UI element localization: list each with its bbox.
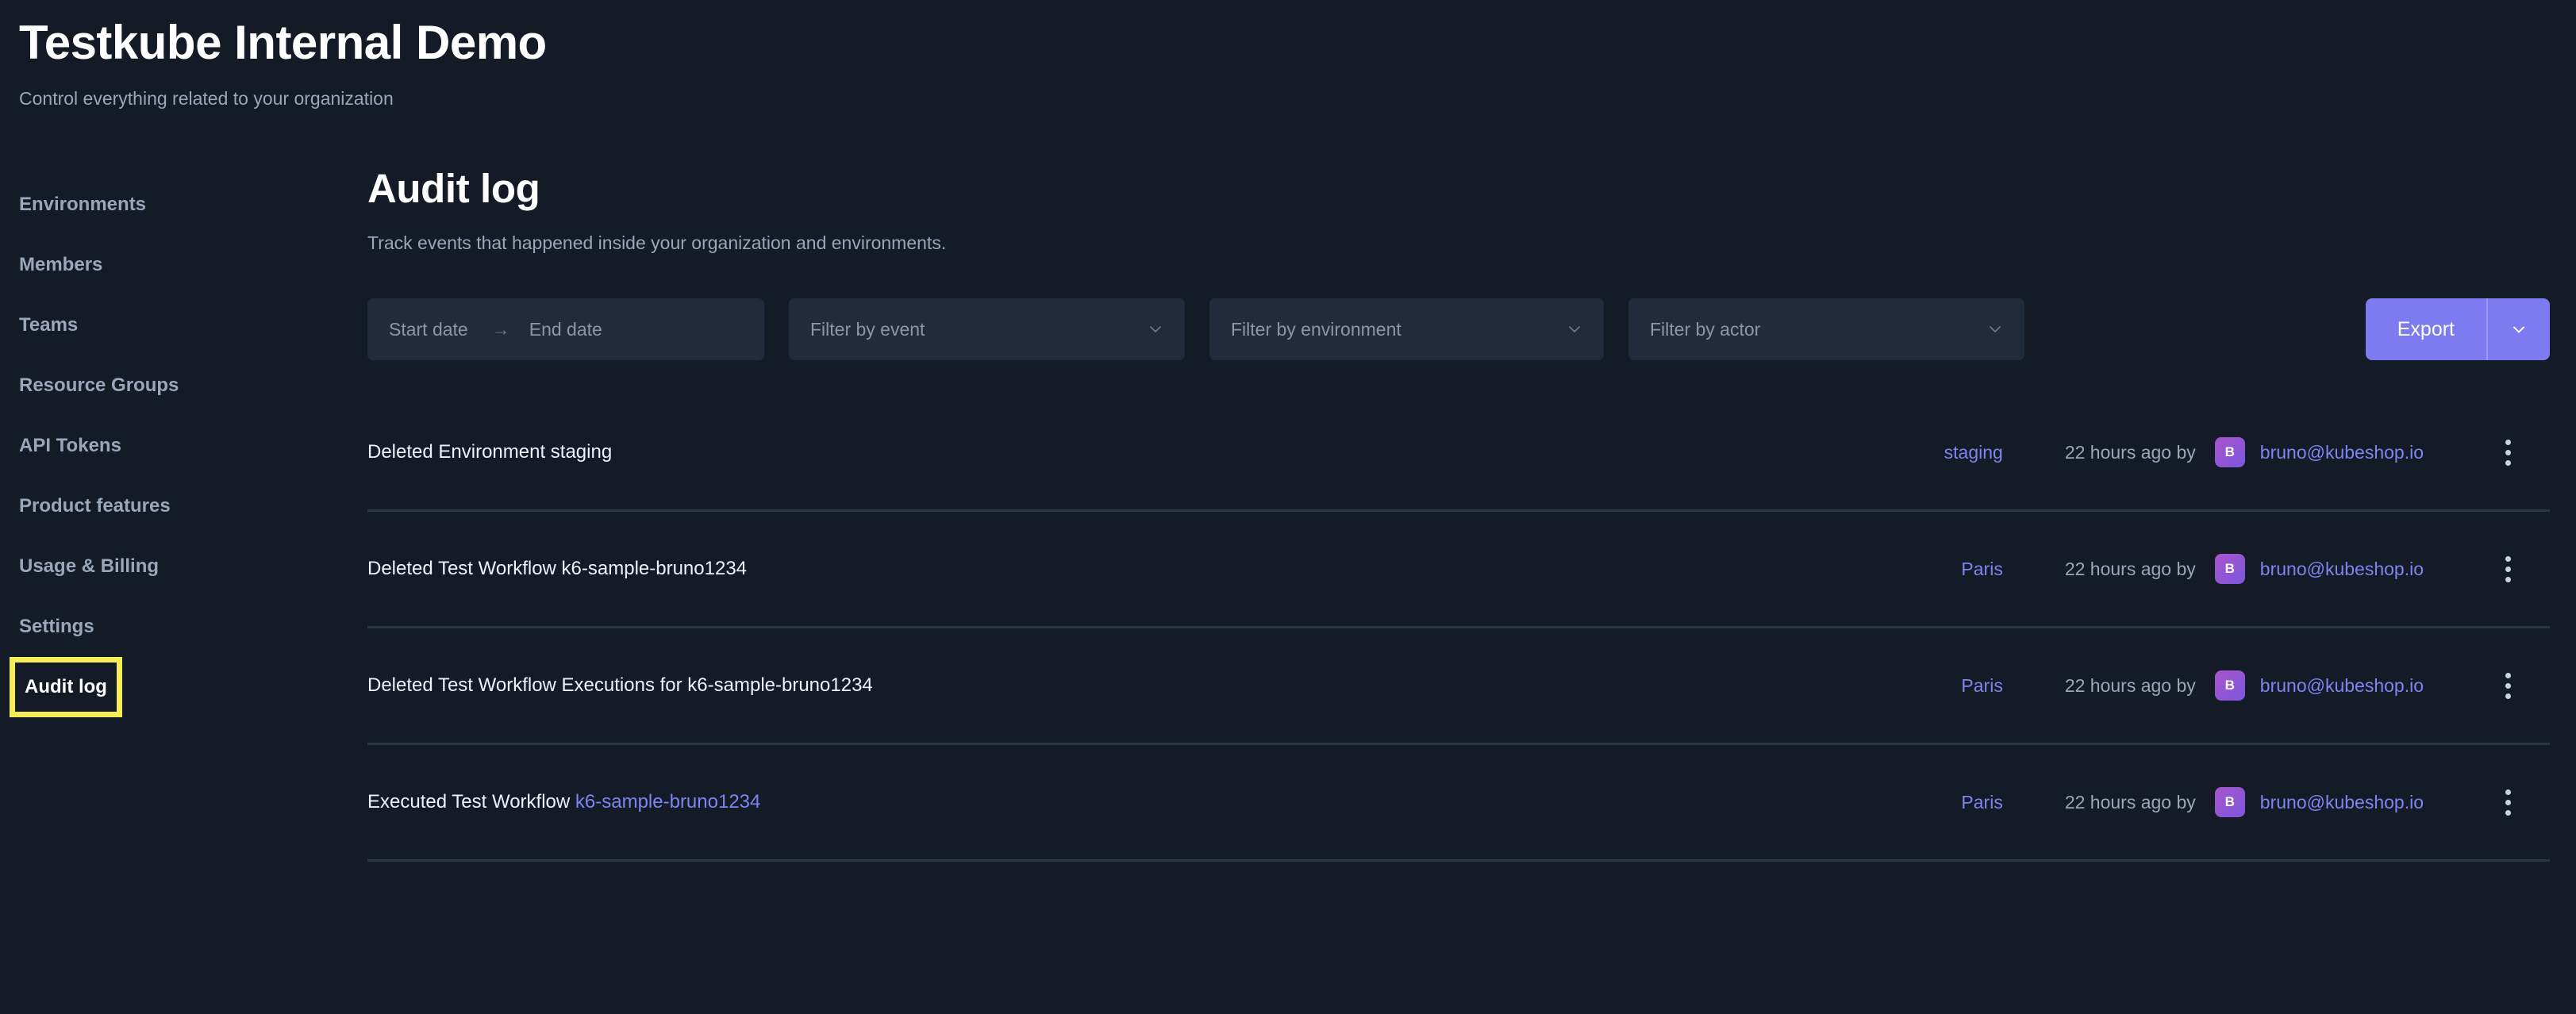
kebab-menu-icon[interactable] [2492,436,2524,468]
date-range-picker[interactable]: Start date → End date [367,298,764,360]
filter-bar: Start date → End date Filter by event Fi… [367,298,2550,360]
audit-event-description: Deleted Environment staging [367,441,1860,463]
audit-environment-link[interactable]: staging [1860,442,2003,463]
export-button[interactable]: Export [2366,298,2488,360]
filter-by-actor-label: Filter by actor [1650,319,1760,340]
kebab-menu-icon[interactable] [2492,670,2524,701]
sidebar-item-product-features[interactable]: Product features [19,476,171,536]
sidebar-item-resource-groups[interactable]: Resource Groups [19,355,179,416]
audit-actor-link[interactable]: bruno@kubeshop.io [2260,559,2424,580]
filter-by-event-label: Filter by event [810,319,925,340]
sidebar-navigation: Environments Members Teams Resource Groups A… [0,167,367,862]
sidebar-item-label: Environments [19,194,146,216]
page-title: Audit log [367,167,2550,211]
sidebar-item-label: Audit log [25,676,107,698]
audit-actor-link[interactable]: bruno@kubeshop.io [2260,675,2424,697]
avatar: B [2215,670,2245,701]
start-date-placeholder: Start date [389,319,468,340]
kebab-menu-icon[interactable] [2492,786,2524,818]
sidebar-item-members[interactable]: Members [19,235,102,295]
filter-by-environment-label: Filter by environment [1231,319,1401,340]
organization-title: Testkube Internal Demo [19,16,2576,69]
table-row[interactable]: Executed Test Workflow k6-sample-bruno12… [367,745,2550,862]
sidebar-item-audit-log[interactable]: Audit log [10,657,122,717]
audit-actor-link[interactable]: bruno@kubeshop.io [2260,442,2424,463]
organization-subtitle: Control everything related to your organ… [19,88,2576,109]
audit-timestamp: 22 hours ago by [2065,675,2196,697]
chevron-down-icon [2509,320,2528,339]
sidebar-item-settings[interactable]: Settings [19,597,94,657]
sidebar-item-label: API Tokens [19,435,121,457]
sidebar-item-label: Product features [19,495,171,517]
main-content: Audit log Track events that happened ins… [367,167,2576,862]
audit-event-resource-link[interactable]: k6-sample-bruno1234 [575,791,760,812]
sidebar-item-label: Members [19,254,102,276]
audit-event-text: Executed Test Workflow [367,791,575,812]
chevron-down-icon [1148,321,1163,337]
table-row[interactable]: Deleted Test Workflow Executions for k6-… [367,628,2550,745]
end-date-placeholder: End date [529,319,602,340]
audit-environment-link[interactable]: Paris [1860,792,2003,813]
audit-event-text: Deleted Test Workflow Executions for k6-… [367,674,873,696]
organization-header: Testkube Internal Demo Control everythin… [0,0,2576,109]
audit-actor-link[interactable]: bruno@kubeshop.io [2260,792,2424,813]
audit-environment-link[interactable]: Paris [1860,559,2003,580]
avatar: B [2215,554,2245,584]
chevron-down-icon [1987,321,2003,337]
sidebar-item-environments[interactable]: Environments [19,175,146,235]
avatar: B [2215,787,2245,817]
audit-event-description: Deleted Test Workflow k6-sample-bruno123… [367,558,1860,580]
sidebar-item-teams[interactable]: Teams [19,295,78,355]
sidebar-item-api-tokens[interactable]: API Tokens [19,416,121,476]
audit-event-text: Deleted Test Workflow k6-sample-bruno123… [367,558,747,579]
audit-event-text: Deleted Environment staging [367,441,612,463]
sidebar-item-label: Settings [19,616,94,638]
page-body: Environments Members Teams Resource Groups A… [0,167,2576,862]
table-row[interactable]: Deleted Environment staging staging 22 hou… [367,395,2550,512]
filter-by-actor-select[interactable]: Filter by actor [1628,298,2024,360]
sidebar-item-label: Teams [19,314,78,336]
audit-log-list: Deleted Environment staging staging 22 hou… [367,395,2550,862]
filter-by-event-select[interactable]: Filter by event [789,298,1185,360]
sidebar-item-label: Usage & Billing [19,555,159,578]
audit-timestamp: 22 hours ago by [2065,559,2196,580]
date-range-arrow-icon: → [492,319,510,340]
audit-environment-link[interactable]: Paris [1860,675,2003,697]
export-split-button: Export [2366,298,2550,360]
kebab-menu-icon[interactable] [2492,553,2524,585]
audit-timestamp: 22 hours ago by [2065,792,2196,813]
audit-event-description: Deleted Test Workflow Executions for k6-… [367,674,1860,697]
sidebar-item-label: Resource Groups [19,374,179,397]
audit-timestamp: 22 hours ago by [2065,442,2196,463]
chevron-down-icon [1567,321,1582,337]
export-dropdown-toggle[interactable] [2488,298,2550,360]
avatar: B [2215,437,2245,467]
filter-by-environment-select[interactable]: Filter by environment [1209,298,1604,360]
sidebar-item-usage-billing[interactable]: Usage & Billing [19,536,159,597]
audit-event-description: Executed Test Workflow k6-sample-bruno12… [367,791,1860,813]
page-subtitle: Track events that happened inside your o… [367,232,2550,254]
table-row[interactable]: Deleted Test Workflow k6-sample-bruno123… [367,512,2550,628]
